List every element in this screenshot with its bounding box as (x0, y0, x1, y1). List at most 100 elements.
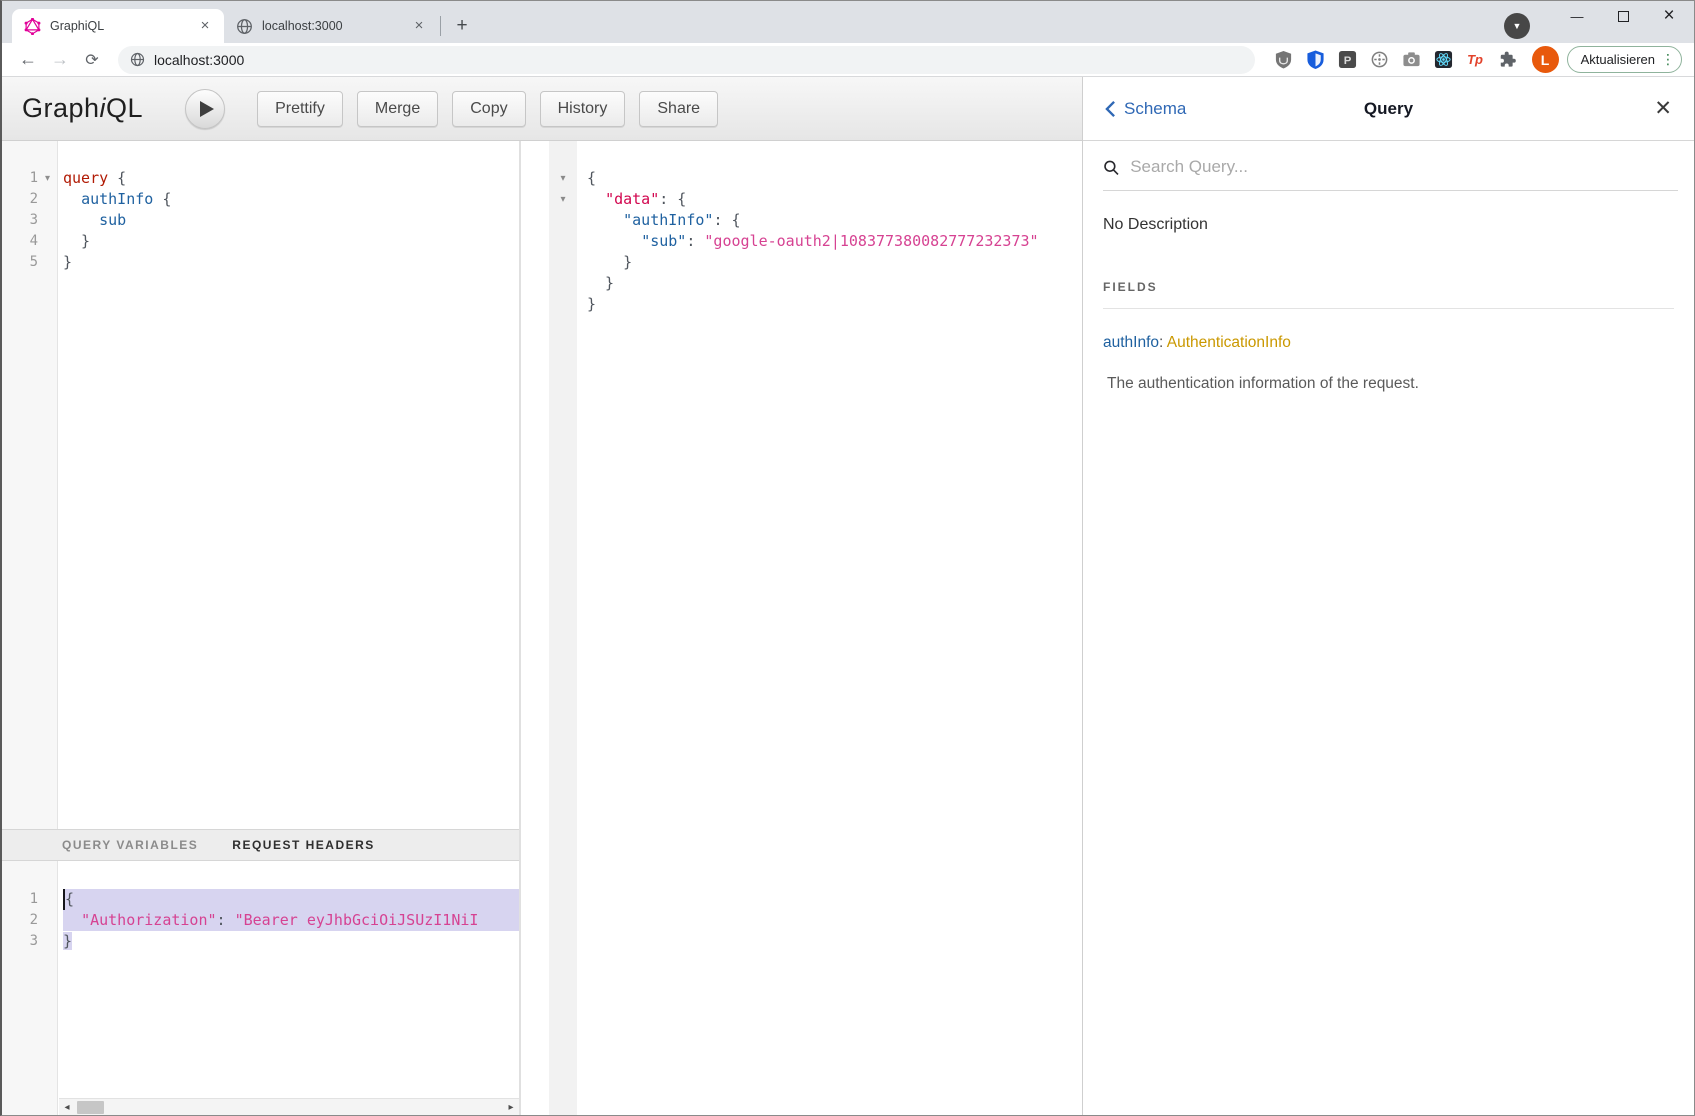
tab-separator (440, 16, 441, 36)
fold-arrow-icon (549, 294, 577, 315)
avatar-letter: L (1541, 52, 1550, 68)
doc-explorer-panel: Schema Query ✕ No Description FIELDS aut… (1082, 77, 1694, 1115)
code-line: query { (63, 168, 519, 189)
graphiql-app: GraphiQL PrettifyMergeCopyHistoryShare 1… (2, 77, 1694, 1115)
doc-search[interactable] (1103, 157, 1678, 191)
field-item: authInfo: AuthenticationInfo (1083, 309, 1694, 352)
code-line: "Authorization": "Bearer eyJhbGciOiJSUzI… (63, 910, 519, 931)
query-editor-code[interactable]: query { authInfo { sub }} (58, 141, 519, 829)
doc-back-label: Schema (1124, 99, 1186, 119)
tab-query-variables[interactable]: QUERY VARIABLES (62, 838, 198, 852)
chevron-left-icon (1105, 100, 1116, 118)
extensions-puzzle-icon[interactable] (1497, 49, 1518, 70)
window-controls: — × (1554, 1, 1692, 31)
scroll-right-icon[interactable]: ▸ (503, 1102, 519, 1113)
request-headers-editor[interactable]: 123 { "Authorization": "Bearer eyJhbGciO… (2, 861, 519, 1115)
result-viewer-code: { "data": { "authInfo": { "sub": "google… (577, 141, 1082, 1115)
result-pane: ▾▾ { "data": { "authInfo": { "sub": "goo… (521, 141, 1082, 1115)
react-devtools-extension-icon[interactable] (1433, 49, 1454, 70)
crosshair-extension-icon[interactable] (1369, 49, 1390, 70)
code-line: "data": { (587, 189, 1082, 210)
code-line: authInfo { (63, 189, 519, 210)
field-description: The authentication information of the re… (1083, 352, 1694, 393)
tab-request-headers[interactable]: REQUEST HEADERS (232, 838, 375, 852)
doc-search-input[interactable] (1130, 157, 1678, 177)
url-text: localhost:3000 (154, 52, 244, 68)
code-line: sub (63, 210, 519, 231)
code-line: } (63, 252, 519, 273)
toolbar-buttons: Prettify Merge Copy History Share (257, 91, 718, 127)
maximize-icon (1618, 11, 1629, 22)
minimize-icon: — (1571, 9, 1584, 24)
fold-arrow-icon[interactable]: ▾ (38, 173, 57, 184)
graphiql-main: GraphiQL PrettifyMergeCopyHistoryShare 1… (2, 77, 1082, 1115)
toolbar-button-share[interactable]: Share (639, 91, 718, 127)
caret-down-icon: ▼ (1513, 21, 1522, 31)
toolbar-button-history[interactable]: History (540, 91, 626, 127)
minimize-button[interactable]: — (1554, 1, 1600, 31)
browser-window: GraphiQL × localhost:3000 × + ▼ — × ← → … (0, 0, 1695, 1116)
bitwarden-extension-icon[interactable] (1305, 49, 1326, 70)
p-extension-icon[interactable]: P (1337, 49, 1358, 70)
code-line: } (587, 294, 1082, 315)
line-number-row: 4 (2, 231, 57, 252)
tp-label: Tp (1467, 52, 1483, 67)
code-line: } (63, 931, 519, 952)
toolbar-button-copy[interactable]: Copy (452, 91, 525, 127)
forward-button[interactable]: → (46, 46, 74, 74)
tab-graphiql[interactable]: GraphiQL × (12, 9, 224, 43)
headers-editor-code[interactable]: { "Authorization": "Bearer eyJhbGciOiJSU… (58, 861, 519, 1115)
code-line: { (587, 168, 1082, 189)
reload-button[interactable]: ⟳ (78, 46, 106, 74)
address-bar[interactable]: localhost:3000 (118, 46, 1255, 74)
scroll-left-icon[interactable]: ◂ (59, 1102, 75, 1113)
site-info-globe-icon[interactable] (130, 52, 145, 67)
camera-extension-icon[interactable] (1401, 49, 1422, 70)
ublock-extension-icon[interactable] (1273, 49, 1294, 70)
toolbar-button-merge[interactable]: Merge (357, 91, 438, 127)
kebab-menu-icon[interactable]: ⋮ (1661, 51, 1675, 68)
query-editor[interactable]: 1▾2345 query { authInfo { sub }} (2, 141, 519, 829)
maximize-button[interactable] (1600, 1, 1646, 31)
fold-arrow-icon[interactable]: ▾ (549, 189, 577, 210)
tab-title: GraphiQL (50, 19, 196, 33)
tab-close-icon[interactable]: × (196, 17, 214, 35)
tab-close-icon[interactable]: × (410, 17, 428, 35)
code-line: } (587, 252, 1082, 273)
browser-update-icon[interactable]: ▼ (1504, 13, 1530, 39)
scrollbar-thumb[interactable] (77, 1101, 104, 1114)
code-line: "sub": "google-oauth2|108377380082777232… (587, 231, 1082, 252)
globe-icon (236, 18, 253, 35)
back-button[interactable]: ← (14, 46, 42, 74)
field-name-link[interactable]: authInfo (1103, 334, 1159, 351)
doc-close-button[interactable]: ✕ (1654, 96, 1672, 121)
browser-toolbar: ← → ⟳ localhost:3000 P (2, 43, 1694, 77)
new-tab-button[interactable]: + (449, 13, 475, 39)
query-editor-gutter: 1▾2345 (2, 141, 58, 829)
code-line: } (63, 231, 519, 252)
graphiql-topbar: GraphiQL PrettifyMergeCopyHistoryShare (2, 77, 1082, 141)
line-number-row: 1▾ (2, 168, 57, 189)
field-type-link[interactable]: AuthenticationInfo (1167, 334, 1291, 351)
headers-editor-gutter: 123 (2, 861, 58, 1115)
svg-text:P: P (1343, 55, 1351, 67)
close-icon: × (1663, 5, 1674, 27)
toolbar-button-prettify[interactable]: Prettify (257, 91, 343, 127)
tampermonkey-tp-extension-icon[interactable]: Tp (1465, 49, 1486, 70)
tab-localhost[interactable]: localhost:3000 × (224, 9, 438, 43)
code-line: "authInfo": { (587, 210, 1082, 231)
close-window-button[interactable]: × (1646, 1, 1692, 31)
execute-query-button[interactable] (185, 89, 225, 129)
aktualisieren-button[interactable]: Aktualisieren ⋮ (1567, 46, 1682, 73)
doc-back-link[interactable]: Schema (1105, 99, 1186, 119)
horizontal-scrollbar[interactable]: ◂ ▸ (59, 1098, 519, 1115)
tab-strip: GraphiQL × localhost:3000 × + ▼ — × (2, 1, 1694, 43)
profile-avatar[interactable]: L (1532, 46, 1559, 73)
play-icon (200, 101, 214, 117)
fold-arrow-icon[interactable]: ▾ (549, 168, 577, 189)
editor-area: 1▾2345 query { authInfo { sub }} QUERY V… (2, 141, 1082, 1115)
line-number-row: 5 (2, 252, 57, 273)
secondary-editor-tabbar: QUERY VARIABLES REQUEST HEADERS (2, 829, 519, 861)
result-spacer (521, 141, 549, 1115)
graphiql-favicon-icon (24, 18, 41, 35)
